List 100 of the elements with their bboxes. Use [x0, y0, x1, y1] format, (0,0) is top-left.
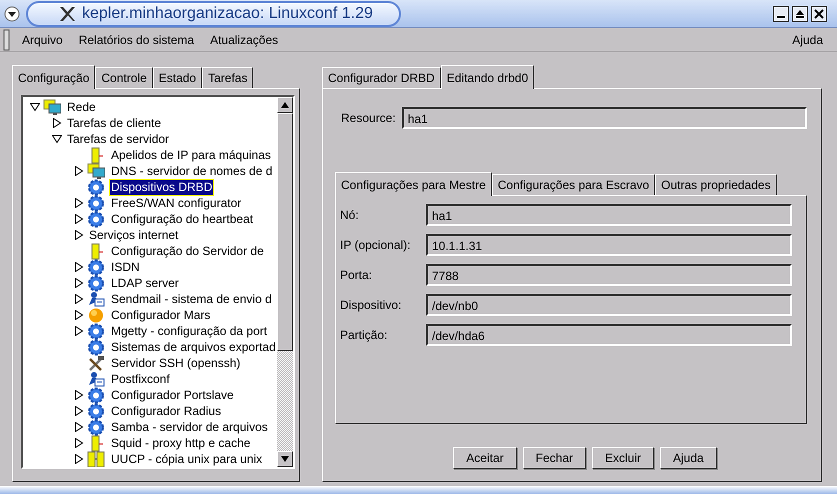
scrollbar[interactable]	[277, 97, 293, 467]
tree-item[interactable]: Sistemas de arquivos exportad	[109, 338, 277, 356]
gear-icon	[87, 338, 105, 356]
tree-item[interactable]: Configurador Mars	[109, 306, 212, 324]
network-icon	[43, 98, 61, 116]
tree-item[interactable]: Configuração do Servidor de	[109, 242, 266, 260]
gear-icon	[87, 210, 105, 228]
menu-item[interactable]: Relatórios do sistema	[70, 30, 202, 48]
field-label: Resource:	[341, 110, 396, 127]
collapse-icon[interactable]	[30, 102, 40, 112]
tab[interactable]: Configuração	[12, 65, 96, 89]
tree-item[interactable]: Configurador Portslave	[109, 386, 236, 404]
expand-icon[interactable]	[74, 438, 84, 448]
expand-icon[interactable]	[74, 294, 84, 304]
tree-item[interactable]: Mgetty - configuração da port	[109, 322, 270, 340]
gear-icon	[87, 418, 105, 436]
close-button[interactable]	[811, 6, 827, 22]
expand-icon[interactable]	[52, 118, 62, 128]
sphere-icon	[87, 306, 105, 324]
expand-icon[interactable]	[74, 326, 84, 336]
close-icon	[814, 8, 824, 18]
tab[interactable]: Configurações para Escravo	[492, 174, 656, 195]
tree-item[interactable]: ISDN	[109, 258, 142, 276]
tab[interactable]: Outras propriedades	[655, 174, 777, 195]
resource-field[interactable]: ha1	[402, 107, 807, 129]
menu-handle-icon	[3, 28, 11, 50]
field-label: Nó:	[340, 207, 360, 224]
minimize-icon	[777, 16, 785, 18]
collapse-icon[interactable]	[52, 134, 62, 144]
expand-icon[interactable]	[74, 390, 84, 400]
tree-item[interactable]: Dispositivos DRBD	[109, 178, 214, 196]
field-label: Partição:	[340, 327, 388, 344]
expand-icon[interactable]	[74, 230, 84, 240]
person-letter-icon	[87, 370, 105, 388]
expand-icon[interactable]	[74, 198, 84, 208]
field-label: IP (opcional):	[340, 237, 412, 254]
tab[interactable]: Editando drbd0	[440, 65, 534, 89]
expand-icon[interactable]	[74, 278, 84, 288]
tree-item[interactable]: Serviços internet	[87, 226, 180, 244]
menu-item[interactable]: Ajuda	[784, 30, 831, 48]
tree-item[interactable]: Rede	[65, 98, 98, 116]
tab[interactable]: Controle	[95, 67, 153, 88]
tab[interactable]: Estado	[152, 67, 202, 88]
tree-item[interactable]: LDAP server	[109, 274, 181, 292]
tab[interactable]: Configurador DRBD	[322, 67, 441, 88]
field-label: Porta:	[340, 267, 374, 284]
expand-icon[interactable]	[74, 214, 84, 224]
text-field[interactable]: 7788	[426, 264, 792, 286]
expand-icon[interactable]	[74, 422, 84, 432]
tree-item[interactable]: Configuração do heartbeat	[109, 210, 256, 228]
gear-icon	[87, 194, 105, 212]
dialog-button[interactable]: Ajuda	[660, 447, 717, 469]
gear-icon	[87, 178, 105, 196]
scroll-down-button[interactable]	[277, 451, 293, 467]
expand-icon[interactable]	[74, 406, 84, 416]
menu-item[interactable]: Arquivo	[14, 30, 71, 48]
tree-item[interactable]: UUCP - cópia unix para unix	[109, 450, 264, 467]
expand-icon[interactable]	[74, 454, 84, 464]
tree-item[interactable]: Servidor SSH (openssh)	[109, 354, 242, 372]
network-icon	[87, 162, 105, 180]
tree-item[interactable]: Squid - proxy http e cache	[109, 434, 252, 452]
tree-item[interactable]: Samba - servidor de arquivos	[109, 418, 270, 436]
tree-item[interactable]: Sendmail - sistema de envio d	[109, 290, 274, 308]
text-field[interactable]: 10.1.1.31	[426, 234, 792, 256]
tab[interactable]: Tarefas	[202, 67, 254, 88]
expand-icon[interactable]	[74, 166, 84, 176]
gear-icon	[87, 322, 105, 340]
tree-item[interactable]: Tarefas de cliente	[65, 114, 164, 132]
window-menu-icon[interactable]	[4, 6, 20, 22]
scroll-up-button[interactable]	[277, 97, 293, 113]
up-arrow-icon	[280, 101, 290, 109]
maximize-button[interactable]	[792, 6, 808, 22]
text-field[interactable]: ha1	[426, 204, 792, 226]
field-label: Dispositivo:	[340, 297, 402, 314]
text-field[interactable]: /dev/nb0	[426, 294, 792, 316]
tab[interactable]: Configurações para Mestre	[335, 172, 492, 196]
tree-item[interactable]: Configurador Radius	[109, 402, 224, 420]
gear-icon	[87, 386, 105, 404]
dialog-button[interactable]: Aceitar	[453, 447, 517, 469]
tree-item[interactable]: DNS - servidor de nomes de d	[109, 162, 274, 180]
text-field[interactable]: /dev/hda6	[426, 324, 792, 346]
gear-icon	[87, 258, 105, 276]
minimize-button[interactable]	[773, 6, 789, 22]
tree-item[interactable]: Tarefas de servidor	[65, 130, 172, 148]
window-title: kepler.minhaorganizacao: Linuxconf 1.29	[82, 4, 373, 24]
expand-icon[interactable]	[74, 262, 84, 272]
menu-item[interactable]: Atualizações	[202, 30, 286, 48]
expand-icon[interactable]	[74, 310, 84, 320]
tree-item[interactable]: FreeS/WAN configurator	[109, 194, 244, 212]
dialog-button[interactable]: Excluir	[592, 447, 654, 469]
gear-icon	[87, 274, 105, 292]
tree-item[interactable]: Postfixconf	[109, 370, 172, 388]
person-letter-icon	[87, 290, 105, 308]
down-arrow-icon	[280, 455, 290, 463]
dialog-button[interactable]: Fechar	[522, 447, 586, 469]
gear-icon	[87, 402, 105, 420]
tools-icon	[87, 354, 105, 372]
x-logo-icon	[58, 6, 76, 22]
scrollbar-thumb[interactable]	[277, 113, 293, 351]
tree-item[interactable]: Apelidos de IP para máquinas	[109, 146, 273, 164]
